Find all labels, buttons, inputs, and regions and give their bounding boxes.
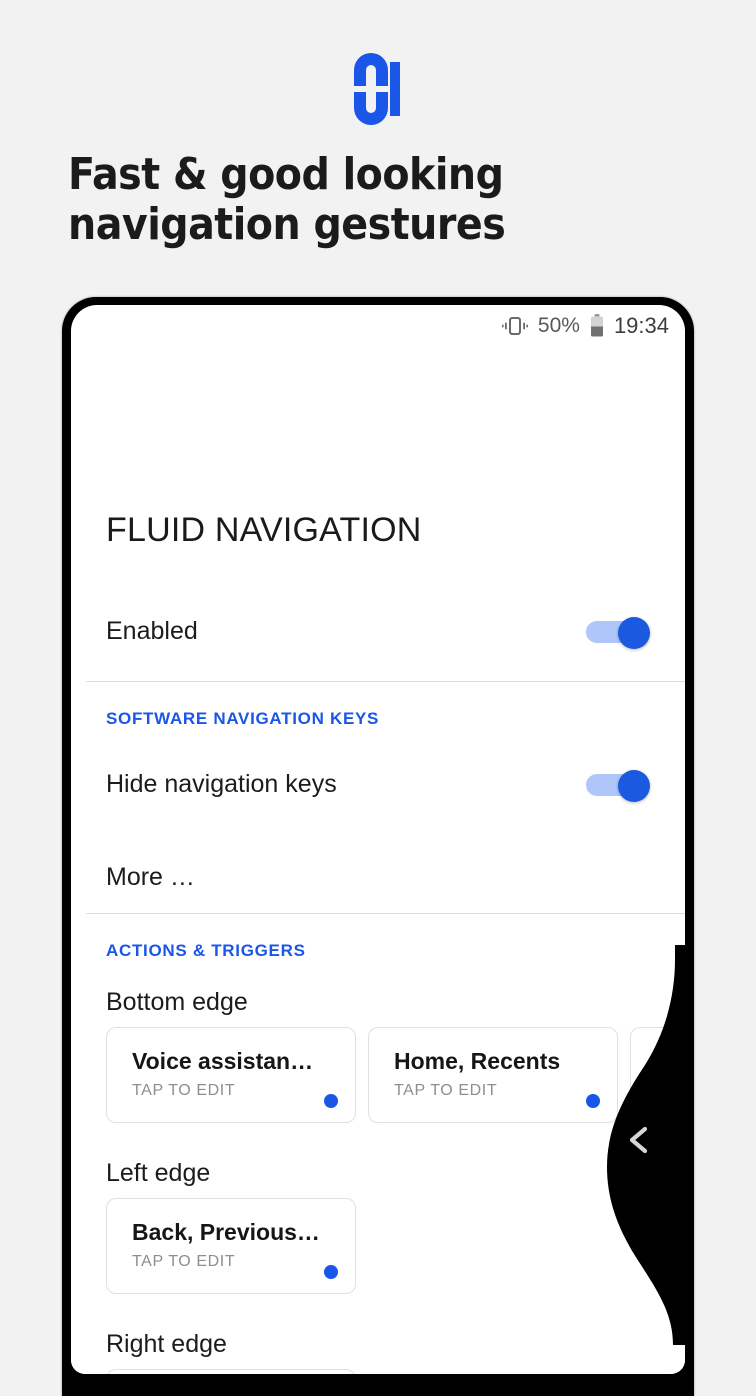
fluid-navigation-logo-icon <box>354 53 400 125</box>
app-logo <box>0 48 756 130</box>
action-card-subtitle: TAP TO EDIT <box>132 1253 236 1270</box>
phone-screen: 50% 19:34 FLUID NAVIGATION Enabled SOFTW… <box>71 305 685 1374</box>
action-card-dot <box>324 1265 338 1279</box>
battery-half-icon <box>590 314 604 338</box>
vibrate-icon <box>501 315 528 337</box>
toggle-thumb <box>618 770 650 802</box>
action-card-dot <box>586 1094 600 1108</box>
divider <box>86 913 685 914</box>
action-card-dot <box>324 1094 338 1108</box>
phone-frame: 50% 19:34 FLUID NAVIGATION Enabled SOFTW… <box>62 297 694 1396</box>
row-enabled-label: Enabled <box>106 617 198 645</box>
action-card-title: Voice assistan… <box>132 1048 314 1074</box>
section-header-software-navigation-keys: SOFTWARE NAVIGATION KEYS <box>106 709 380 728</box>
action-card-home-recents[interactable]: Home, Recents TAP TO EDIT <box>368 1027 618 1123</box>
action-card-back-previous[interactable]: Back, Previous… TAP TO EDIT <box>106 1198 356 1294</box>
promo-header: Fast & good looking navigation gestures <box>0 0 756 297</box>
battery-percent-label: 50% <box>537 314 580 337</box>
action-card-partial[interactable] <box>630 1027 685 1123</box>
action-card-voice-assistant[interactable]: Voice assistan… TAP TO EDIT <box>106 1027 356 1123</box>
action-card-subtitle: TAP TO EDIT <box>132 1082 236 1099</box>
action-card-subtitle: TAP TO EDIT <box>394 1082 498 1099</box>
row-enabled[interactable]: Enabled <box>71 595 685 681</box>
status-bar: 50% 19:34 <box>71 305 685 347</box>
row-more-label: More … <box>106 863 195 891</box>
action-card-right-edge-partial[interactable] <box>106 1369 356 1374</box>
settings-screen: FLUID NAVIGATION Enabled SOFTWARE NAVIGA… <box>71 347 685 1374</box>
toggle-thumb <box>618 617 650 649</box>
status-clock: 19:34 <box>613 313 669 338</box>
row-hide-navigation-keys-label: Hide navigation keys <box>106 770 337 798</box>
row-hide-navigation-keys[interactable]: Hide navigation keys <box>71 753 685 829</box>
action-card-title: Back, Previous… <box>132 1219 320 1245</box>
group-label-left-edge: Left edge <box>106 1159 211 1187</box>
action-card-title: Home, Recents <box>394 1048 561 1074</box>
row-more[interactable]: More … <box>71 849 685 919</box>
enabled-toggle[interactable] <box>586 617 650 649</box>
group-label-bottom-edge: Bottom edge <box>106 988 248 1016</box>
hide-navigation-keys-toggle[interactable] <box>586 770 650 802</box>
promo-heading: Fast & good looking navigation gestures <box>68 149 506 250</box>
group-label-right-edge: Right edge <box>106 1330 227 1358</box>
section-header-actions-triggers: ACTIONS & TRIGGERS <box>106 941 306 960</box>
divider <box>86 681 685 682</box>
page-title: FLUID NAVIGATION <box>106 511 422 549</box>
